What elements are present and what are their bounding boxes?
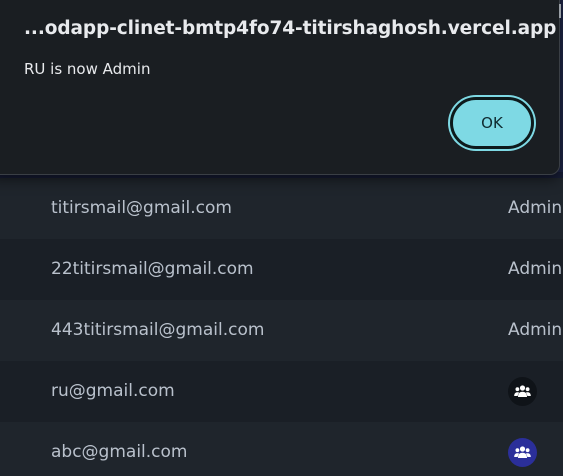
table-row: abc@gmail.com [0, 422, 563, 476]
user-email: ru@gmail.com [51, 381, 175, 401]
table-row: titirsmail@gmail.com Admin [0, 178, 563, 239]
user-email: 443titirsmail@gmail.com [51, 320, 265, 340]
table-row: 443titirsmail@gmail.com Admin [0, 300, 563, 361]
page: titirsmail@gmail.com Admin 22titirsmail@… [0, 0, 563, 476]
user-role: Admin [508, 198, 563, 218]
users-icon [514, 446, 531, 458]
users-table: titirsmail@gmail.com Admin 22titirsmail@… [0, 178, 563, 476]
user-email: abc@gmail.com [51, 442, 188, 462]
user-email: titirsmail@gmail.com [51, 198, 232, 218]
make-admin-button[interactable] [508, 438, 537, 467]
user-role: Admin [508, 320, 563, 340]
user-role: Admin [508, 259, 563, 279]
window-edge-marker [559, 4, 561, 18]
make-admin-button[interactable] [508, 377, 537, 406]
dialog-message: RU is now Admin [24, 60, 151, 78]
table-row: ru@gmail.com [0, 361, 563, 422]
user-email: 22titirsmail@gmail.com [51, 259, 254, 279]
ok-button[interactable]: OK [450, 97, 534, 149]
users-icon [514, 385, 531, 397]
dialog-title: ...odapp-clinet-bmtp4fo74-titirshaghosh.… [24, 18, 563, 39]
table-row: 22titirsmail@gmail.com Admin [0, 239, 563, 300]
alert-dialog: ...odapp-clinet-bmtp4fo74-titirshaghosh.… [0, 0, 563, 175]
